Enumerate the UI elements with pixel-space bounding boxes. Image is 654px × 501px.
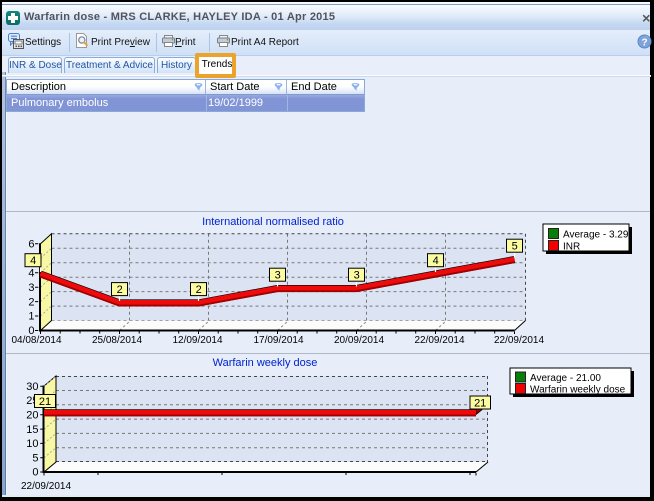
svg-text:INR: INR xyxy=(563,242,580,253)
svg-text:4: 4 xyxy=(30,255,36,267)
svg-text:30: 30 xyxy=(26,381,38,393)
svg-text:20/09/2014: 20/09/2014 xyxy=(334,335,384,346)
svg-text:5: 5 xyxy=(512,241,518,253)
svg-text:2: 2 xyxy=(117,284,123,296)
svg-text:1: 1 xyxy=(28,311,34,323)
svg-text:21: 21 xyxy=(39,396,51,408)
svg-text:2: 2 xyxy=(196,284,202,296)
svg-text:3: 3 xyxy=(275,270,281,282)
svg-text:4: 4 xyxy=(28,267,34,279)
svg-text:22/09/2014: 22/09/2014 xyxy=(494,335,544,346)
svg-text:3: 3 xyxy=(354,270,360,282)
svg-text:Warfarin weekly dose: Warfarin weekly dose xyxy=(530,385,626,396)
svg-text:?: ? xyxy=(641,38,647,49)
svg-text:Average - 3.29: Average - 3.29 xyxy=(563,230,629,241)
svg-text:21: 21 xyxy=(474,397,486,409)
svg-text:3: 3 xyxy=(28,282,34,294)
svg-text:15: 15 xyxy=(26,424,38,436)
svg-text:17/09/2014: 17/09/2014 xyxy=(253,335,303,346)
svg-text:Average - 21.00: Average - 21.00 xyxy=(530,373,601,384)
svg-text:4: 4 xyxy=(433,255,439,267)
svg-text:6: 6 xyxy=(28,239,34,251)
svg-text:International normalised ratio: International normalised ratio xyxy=(202,216,344,228)
svg-text:Warfarin weekly dose: Warfarin weekly dose xyxy=(213,357,318,369)
svg-text:12/09/2014: 12/09/2014 xyxy=(172,335,222,346)
svg-text:0: 0 xyxy=(32,467,38,479)
svg-text:10: 10 xyxy=(26,438,38,450)
svg-text:22/09/2014: 22/09/2014 xyxy=(414,335,464,346)
svg-text:2: 2 xyxy=(28,296,34,308)
svg-text:20: 20 xyxy=(26,410,38,422)
svg-text:5: 5 xyxy=(32,452,38,464)
svg-text:04/08/2014: 04/08/2014 xyxy=(11,335,61,346)
svg-text:22/09/2014: 22/09/2014 xyxy=(21,481,71,492)
svg-text:25/08/2014: 25/08/2014 xyxy=(92,335,142,346)
